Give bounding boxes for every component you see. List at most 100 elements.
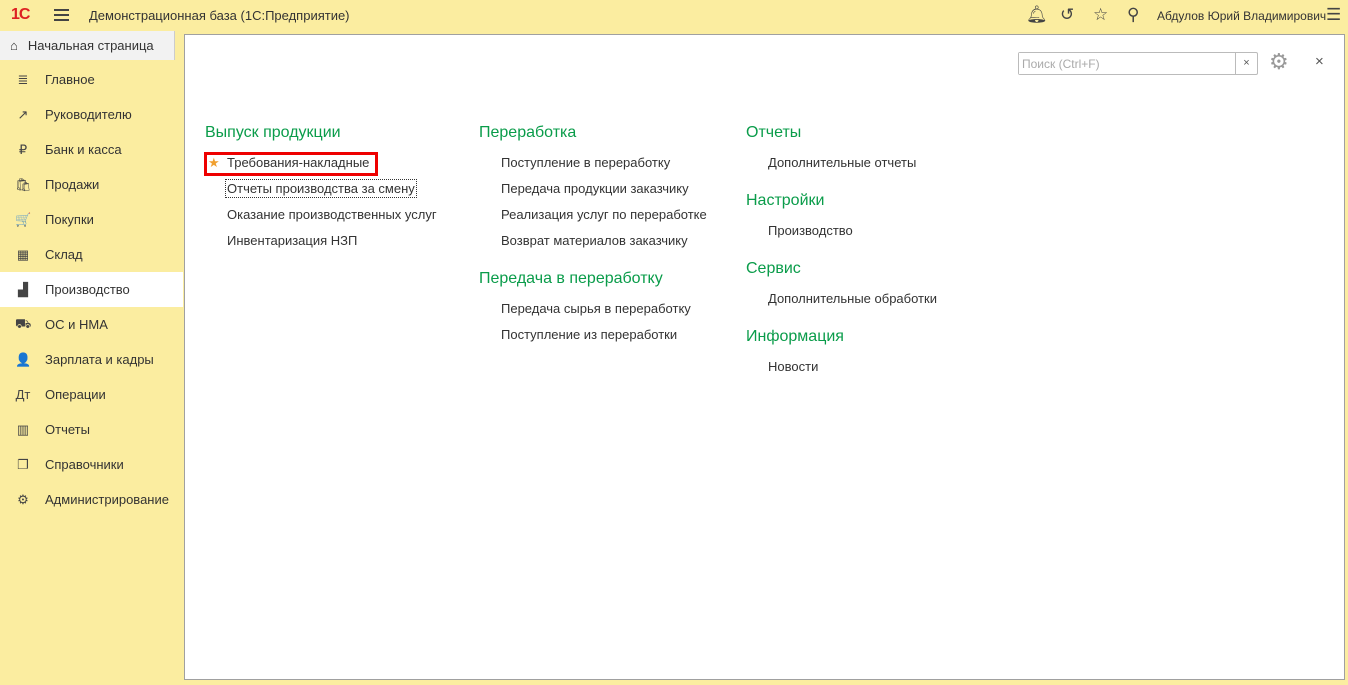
sidebar-item-label: Продажи bbox=[45, 177, 100, 192]
group-title: Передача в переработку bbox=[479, 270, 663, 287]
link-label: Дополнительные отчеты bbox=[768, 155, 917, 170]
sidebar-item-label: Отчеты bbox=[45, 422, 90, 437]
menu-column: Выпуск продукции ★ Требования-накладные Отч… bbox=[204, 124, 438, 270]
sidebar-item[interactable]: ≣ Главное bbox=[0, 62, 183, 97]
app-title: Демонстрационная база (1С:Предприятие) bbox=[89, 8, 350, 23]
bell-icon[interactable]: 🔔︎ bbox=[1026, 5, 1048, 25]
sidebar-item[interactable]: ⚙ Администрирование bbox=[0, 482, 183, 517]
menu-link[interactable]: Передача продукции заказчику bbox=[479, 176, 708, 202]
group-title: Выпуск продукции bbox=[205, 124, 341, 141]
section-icon: ▟ bbox=[18, 281, 28, 297]
menu-group: Выпуск продукции ★ Требования-накладные Отч… bbox=[204, 124, 438, 254]
menu-group: Сервис Дополнительные обработки bbox=[746, 260, 938, 312]
section-icon: ▥ bbox=[16, 421, 30, 437]
menu-link[interactable]: Возврат материалов заказчику bbox=[479, 228, 708, 254]
settings-menu-icon[interactable]: ☰ bbox=[1326, 5, 1341, 25]
section-icon: Дт bbox=[15, 387, 31, 402]
menu-column: Отчеты Дополнительные отчеты Настройки Прои… bbox=[746, 124, 938, 396]
1c-logo: 1С bbox=[11, 6, 30, 23]
title-bar: 1С Демонстрационная база (1С:Предприятие… bbox=[0, 0, 1348, 31]
home-tab[interactable]: ⌂ Начальная страница bbox=[0, 31, 175, 60]
menu-column: Переработка Поступление в переработку Пере… bbox=[479, 124, 708, 364]
sidebar-item[interactable]: 🛒 Покупки bbox=[0, 202, 183, 237]
group-title: Информация bbox=[746, 328, 844, 345]
section-icon: ⛟ bbox=[15, 315, 32, 331]
section-icon: ❐ bbox=[17, 456, 29, 472]
search-clear-button[interactable]: × bbox=[1235, 53, 1257, 74]
link-label: Реализация услуг по переработке bbox=[501, 207, 707, 222]
section-icon: 🛒 bbox=[15, 211, 32, 227]
menu-group: Отчеты Дополнительные отчеты bbox=[746, 124, 938, 176]
link-label: Поступление из переработки bbox=[501, 327, 678, 342]
group-title: Сервис bbox=[746, 260, 801, 277]
link-label: Передача продукции заказчику bbox=[501, 181, 689, 196]
sidebar-item-label: Зарплата и кадры bbox=[45, 352, 154, 367]
sidebar-item[interactable]: ₽ Банк и касса bbox=[0, 132, 183, 167]
sidebar-item-label: Банк и касса bbox=[45, 142, 122, 157]
sidebar-item[interactable]: ↗ Руководителю bbox=[0, 97, 183, 132]
sidebar-item[interactable]: ❐ Справочники bbox=[0, 447, 183, 482]
sidebar-item[interactable]: 👤 Зарплата и кадры bbox=[0, 342, 183, 377]
search-icon[interactable]: ⚲ bbox=[1127, 5, 1139, 25]
section-icon: ⚙ bbox=[17, 491, 29, 507]
sidebar-item-label: Операции bbox=[45, 387, 106, 402]
menu-link[interactable]: Поступление из переработки bbox=[479, 322, 708, 348]
link-label: Передача сырья в переработку bbox=[501, 301, 691, 316]
menu-link[interactable]: Отчеты производства за смену bbox=[205, 176, 438, 202]
gear-icon[interactable]: ⚙ bbox=[1269, 49, 1289, 75]
sidebar-item[interactable]: ▥ Отчеты bbox=[0, 412, 183, 447]
close-button[interactable]: × bbox=[1315, 53, 1324, 70]
menu-link[interactable]: Производство bbox=[746, 218, 938, 244]
group-title: Настройки bbox=[746, 192, 825, 209]
section-icon: ₽ bbox=[18, 141, 28, 157]
history-icon[interactable]: ↺ bbox=[1060, 5, 1074, 25]
sidebar-item-label: Покупки bbox=[45, 212, 94, 227]
star-icon[interactable]: ☆ bbox=[1093, 5, 1108, 25]
main-panel: × ⚙ × Выпуск продукции ★Требования-наклад… bbox=[184, 34, 1345, 680]
user-name[interactable]: Абдулов Юрий Владимирович bbox=[1157, 9, 1326, 23]
sidebar-item[interactable]: ▟ Производство bbox=[0, 272, 183, 307]
link-label: Новости bbox=[768, 359, 819, 374]
link-label: Производство bbox=[768, 223, 853, 238]
link-label: Поступление в переработку bbox=[501, 155, 671, 170]
menu-group: Переработка Поступление в переработку Пере… bbox=[479, 124, 708, 254]
home-icon: ⌂ bbox=[10, 38, 18, 53]
menu-link[interactable]: Реализация услуг по переработке bbox=[479, 202, 708, 228]
sidebar-item[interactable]: ▦ Склад bbox=[0, 237, 183, 272]
sidebar-item-label: Склад bbox=[45, 247, 83, 262]
link-label: Отчеты производства за смену bbox=[225, 179, 417, 198]
link-label: Оказание производственных услуг bbox=[227, 207, 437, 222]
sidebar-item[interactable]: Дт Операции bbox=[0, 377, 183, 412]
home-tab-label: Начальная страница bbox=[27, 38, 154, 53]
menu-group: Передача в переработку Передача сырья в п… bbox=[479, 270, 708, 348]
section-icon: 👤 bbox=[15, 351, 32, 367]
search-box: × bbox=[1018, 52, 1258, 75]
link-label: Возврат материалов заказчику bbox=[501, 233, 688, 248]
menu-link[interactable]: Поступление в переработку bbox=[479, 150, 708, 176]
favorite-star-icon[interactable]: ★ bbox=[208, 150, 220, 176]
menu-link[interactable]: Оказание производственных услуг bbox=[205, 202, 438, 228]
section-icon: ↗ bbox=[17, 106, 29, 122]
menu-link[interactable]: Инвентаризация НЗП bbox=[205, 228, 438, 254]
sidebar-item-label: ОС и НМА bbox=[45, 317, 108, 332]
menu-group: Информация Новости bbox=[746, 328, 938, 380]
sidebar-item-label: Главное bbox=[45, 72, 95, 87]
link-label: Инвентаризация НЗП bbox=[227, 233, 358, 248]
sidebar-item-label: Справочники bbox=[45, 457, 124, 472]
menu-link[interactable]: ★ Требования-накладные bbox=[204, 150, 438, 176]
group-title: Отчеты bbox=[746, 124, 802, 141]
sidebar-item-label: Администрирование bbox=[45, 492, 169, 507]
link-label: Дополнительные обработки bbox=[768, 291, 937, 306]
menu-link[interactable]: Дополнительные отчеты bbox=[746, 150, 938, 176]
menu-link[interactable]: Дополнительные обработки bbox=[746, 286, 938, 312]
sidebar: ≣ Главное ↗ Руководителю ₽ Банк и касса 🛍 Прода… bbox=[0, 62, 183, 517]
menu-icon[interactable] bbox=[54, 9, 69, 21]
menu-link[interactable]: Новости bbox=[746, 354, 938, 380]
group-title: Переработка bbox=[479, 124, 577, 141]
sidebar-item-label: Производство bbox=[45, 282, 130, 297]
sidebar-item[interactable]: ⛟ ОС и НМА bbox=[0, 307, 183, 342]
highlight-box bbox=[204, 152, 378, 176]
menu-link[interactable]: Передача сырья в переработку bbox=[479, 296, 708, 322]
search-input[interactable] bbox=[1019, 53, 1235, 74]
sidebar-item[interactable]: 🛍 Продажи bbox=[0, 167, 183, 202]
